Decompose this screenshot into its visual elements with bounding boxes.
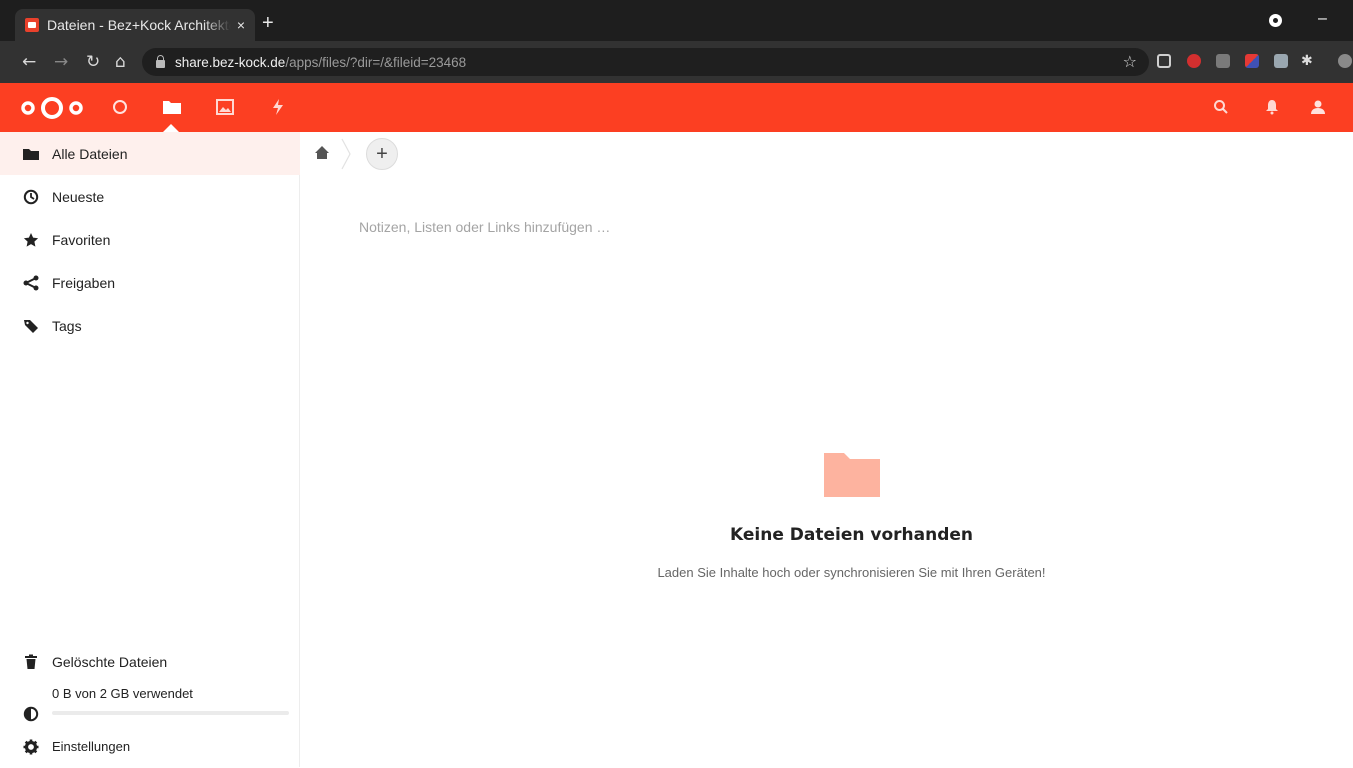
settings-label: Einstellungen: [52, 739, 131, 754]
browser-profile-icon[interactable]: [1269, 14, 1282, 27]
sidebar-item-label: Alle Dateien: [52, 145, 128, 162]
extension-k-icon[interactable]: [1216, 54, 1230, 68]
ublock-icon[interactable]: [1187, 54, 1201, 68]
empty-content-subtitle: Laden Sie Inhalte hoch oder synchronisie…: [657, 565, 1046, 580]
sidebar-item-trash[interactable]: Gelöschte Dateien: [0, 640, 300, 683]
breadcrumb-separator-icon: [341, 138, 351, 170]
sidebar-item-favorites[interactable]: Favoriten: [0, 218, 300, 261]
quota-progress-bar: [52, 711, 289, 715]
sidebar-item-label: Freigaben: [52, 274, 116, 291]
sidebar-item-recent[interactable]: Neueste: [0, 175, 300, 218]
browser-tab-bar: Dateien - Bez+Kock Architekten × + –: [0, 0, 1353, 41]
dashboard-icon[interactable]: [110, 97, 130, 117]
tab-close-button[interactable]: ×: [237, 17, 245, 33]
reload-button[interactable]: ↻: [86, 52, 100, 72]
extension-grey-icon[interactable]: [1274, 54, 1288, 68]
sidebar-item-settings[interactable]: Einstellungen: [0, 725, 300, 768]
trash-label: Gelöschte Dateien: [52, 653, 168, 670]
sidebar-item-all-files[interactable]: Alle Dateien: [0, 132, 300, 175]
quota-pie-icon: [23, 706, 39, 722]
gear-icon: [23, 739, 39, 755]
extension-shield-icon[interactable]: [1157, 54, 1171, 68]
contacts-icon[interactable]: [1309, 98, 1327, 116]
folder-icon: [23, 146, 39, 162]
sidebar-item-shares[interactable]: Freigaben: [0, 261, 300, 304]
user-avatar-icon[interactable]: [1338, 54, 1352, 68]
new-file-button[interactable]: +: [366, 138, 398, 170]
nextcloud-favicon-icon: [25, 18, 39, 32]
url-host: share.bez-kock.de: [175, 54, 286, 70]
empty-folder-icon: [824, 453, 880, 497]
sidebar-item-label: Neueste: [52, 188, 105, 205]
tag-icon: [23, 318, 39, 334]
search-icon[interactable]: [1212, 98, 1230, 116]
notifications-icon[interactable]: [1263, 98, 1281, 116]
forward-button[interactable]: →: [54, 52, 68, 72]
extension-flag-icon[interactable]: [1245, 54, 1259, 68]
quota-text: 0 B von 2 GB verwendet: [52, 686, 193, 701]
url-path: /apps/files/?dir=/&fileid=23468: [285, 54, 467, 70]
home-button[interactable]: ⌂: [115, 52, 126, 72]
sidebar-item-tags[interactable]: Tags: [0, 304, 300, 347]
sidebar-item-label: Favoriten: [52, 231, 111, 248]
browser-tab[interactable]: Dateien - Bez+Kock Architekten ×: [15, 9, 255, 41]
sidebar-item-label: Tags: [52, 317, 82, 334]
minimize-button[interactable]: –: [1318, 10, 1327, 28]
lock-icon: [156, 54, 165, 68]
app-navigation: Alle Dateien Neueste Favoriten Freigaben…: [0, 132, 300, 767]
nextcloud-logo-icon[interactable]: [20, 94, 84, 122]
browser-toolbar: ← → ↻ ⌂ share.bez-kock.de/apps/files/?di…: [0, 41, 1353, 83]
rich-workspace-placeholder[interactable]: Notizen, Listen oder Links hinzufügen …: [359, 219, 610, 235]
share-icon: [23, 275, 39, 291]
nextcloud-header: [0, 83, 1353, 132]
trash-icon: [23, 654, 39, 670]
photos-icon[interactable]: [215, 97, 235, 117]
home-icon[interactable]: [314, 145, 330, 161]
extensions-puzzle-icon[interactable]: ✱: [1301, 54, 1315, 68]
address-bar[interactable]: share.bez-kock.de/apps/files/?dir=/&file…: [142, 48, 1149, 76]
bookmark-star-icon[interactable]: ☆: [1123, 52, 1137, 71]
tab-title: Dateien - Bez+Kock Architekten: [47, 17, 231, 33]
star-icon: [23, 232, 39, 248]
clock-icon: [23, 189, 39, 205]
new-tab-button[interactable]: +: [262, 13, 274, 33]
active-app-indicator: [163, 124, 179, 132]
activity-icon[interactable]: [268, 97, 288, 117]
back-button[interactable]: ←: [22, 52, 36, 72]
files-icon[interactable]: [162, 97, 182, 117]
empty-content-title: Keine Dateien vorhanden: [729, 525, 974, 545]
